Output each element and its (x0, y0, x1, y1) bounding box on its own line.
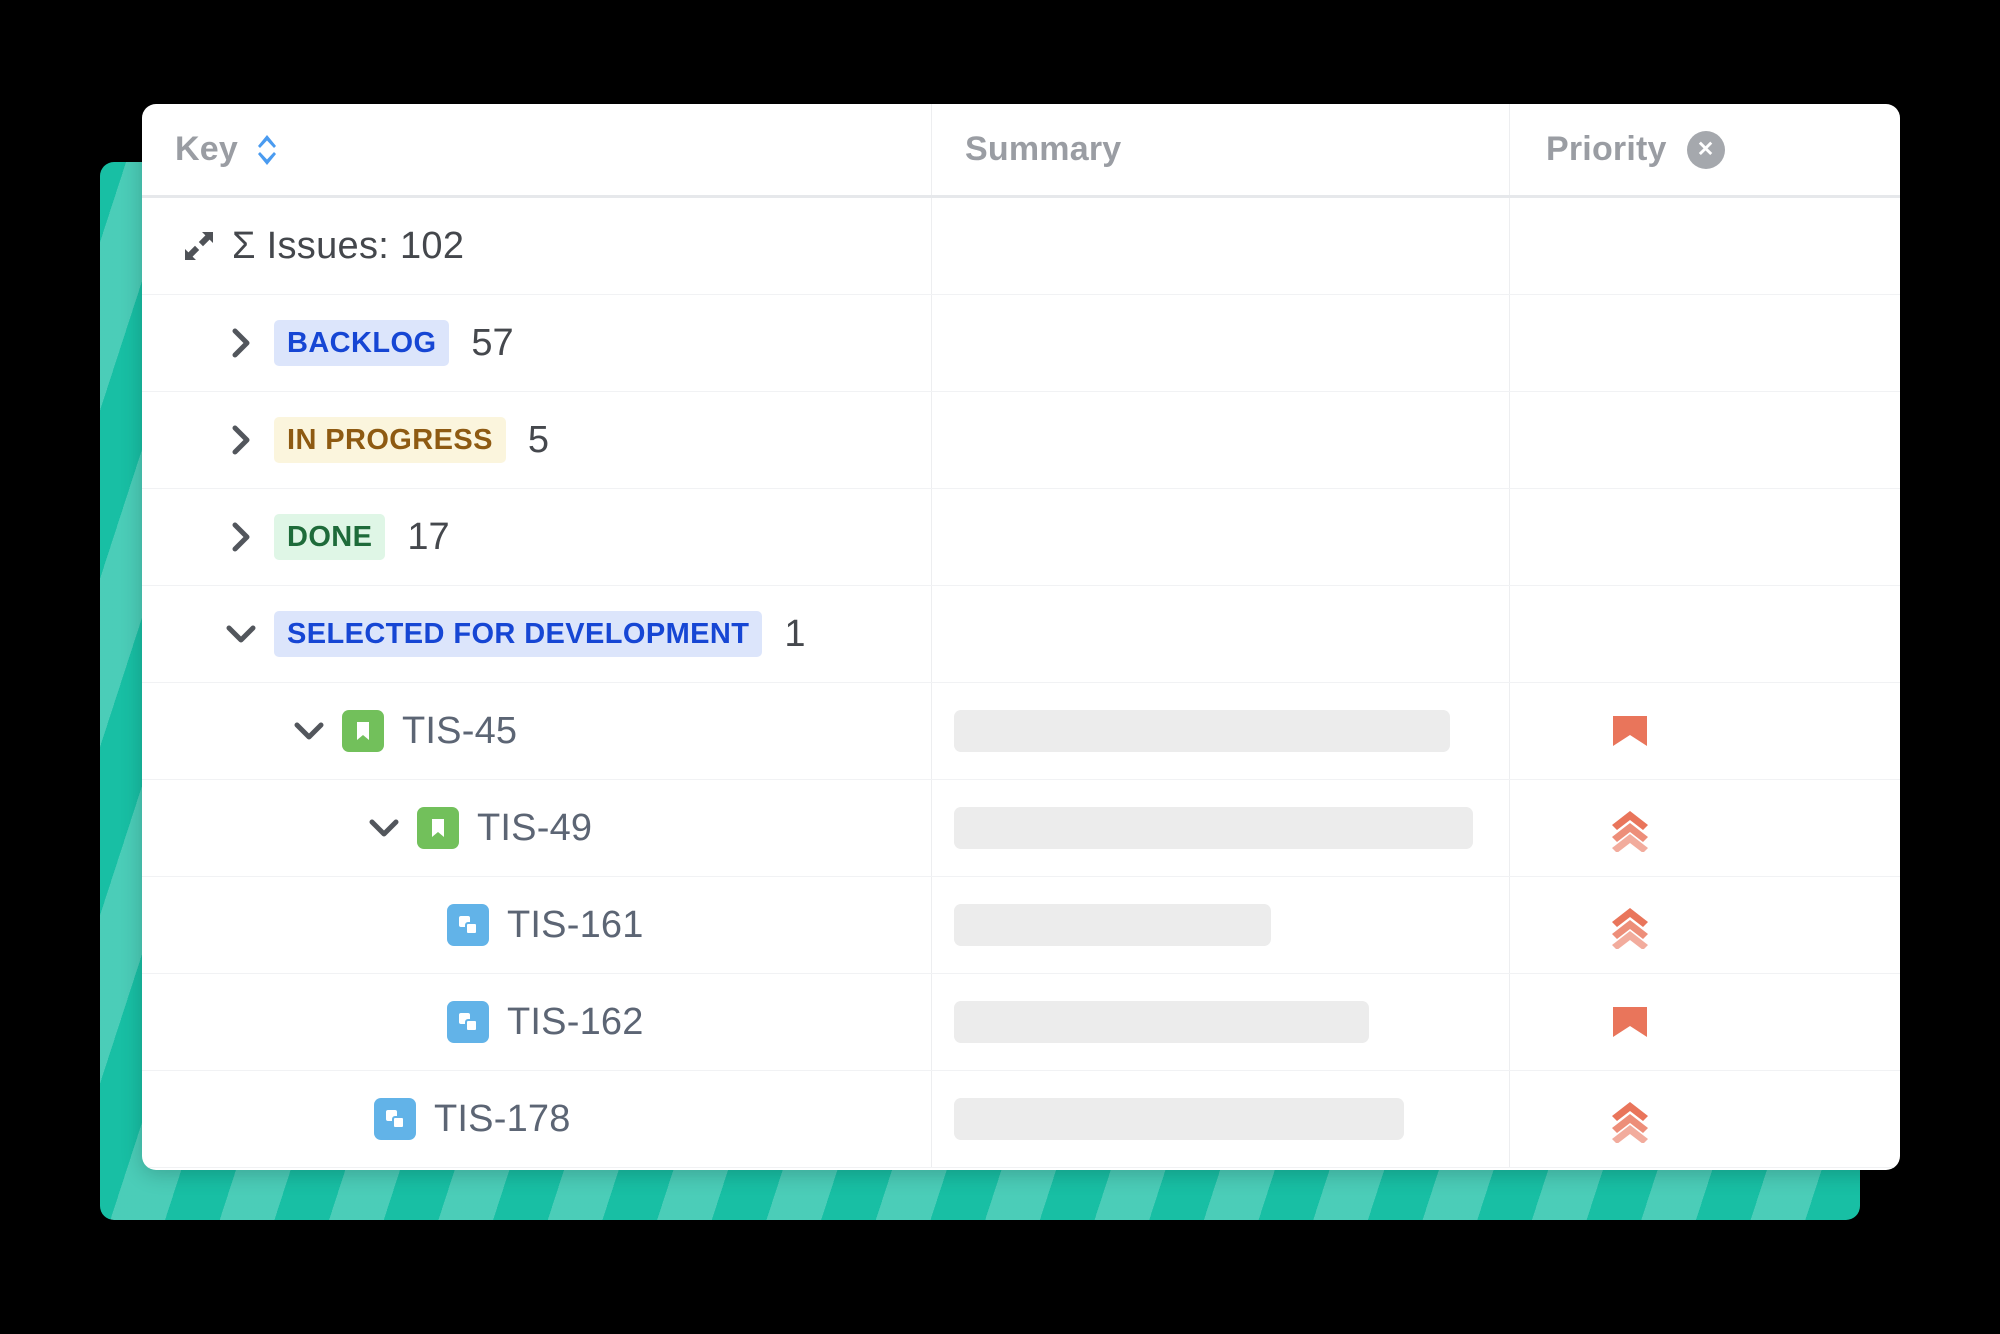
status-group-row-in-progress[interactable]: IN PROGRESS 5 (142, 392, 1900, 489)
priority-high-icon (1510, 1071, 1750, 1167)
summary-placeholder-bar (954, 904, 1272, 946)
header-cell-summary[interactable]: Summary (932, 104, 1510, 195)
story-bookmark-icon (417, 807, 459, 849)
status-badge: BACKLOG (274, 320, 450, 366)
table-row[interactable]: TIS-178 (142, 1071, 1900, 1168)
status-count: 57 (471, 321, 514, 364)
priority-highest-icon (1510, 683, 1750, 779)
table-row[interactable]: TIS-161 (142, 877, 1900, 974)
chevron-down-icon[interactable] (292, 720, 326, 742)
status-count: 5 (527, 418, 549, 461)
column-header-summary-label: Summary (965, 130, 1122, 168)
priority-high-icon (1510, 780, 1750, 876)
close-glyph: ✕ (1696, 138, 1715, 161)
summary-placeholder-bar (954, 1098, 1405, 1140)
header-cell-priority[interactable]: Priority ✕ (1510, 104, 1900, 195)
chevron-right-icon[interactable] (224, 425, 258, 455)
header-cell-key[interactable]: Key (142, 104, 932, 195)
total-summary-cell (932, 198, 1510, 294)
status-badge: DONE (274, 514, 386, 560)
group-priority-cell (1510, 392, 1900, 488)
summary-placeholder-bar (954, 807, 1474, 849)
priority-high-icon (1510, 877, 1750, 973)
table-row[interactable]: TIS-162 (142, 974, 1900, 1071)
priority-highest-icon (1510, 974, 1750, 1070)
status-count: 17 (407, 515, 450, 558)
column-header-key-label: Key (175, 130, 238, 168)
issue-key-link[interactable]: TIS-161 (507, 904, 644, 947)
issue-table-card: Key Summary Priority ✕ Σ Issues: 102 BAC… (142, 104, 1900, 1170)
group-summary-cell (932, 392, 1510, 488)
group-priority-cell (1510, 586, 1900, 682)
story-bookmark-icon (342, 710, 384, 752)
table-row[interactable]: TIS-45 (142, 683, 1900, 780)
chevron-down-icon[interactable] (224, 623, 258, 645)
issue-key-link[interactable]: TIS-162 (507, 1001, 644, 1044)
subtask-squares-icon (447, 1001, 489, 1043)
summary-placeholder-bar (954, 710, 1451, 752)
status-group-row-done[interactable]: DONE 17 (142, 489, 1900, 586)
issue-key-link[interactable]: TIS-49 (477, 807, 592, 850)
column-header-priority-label: Priority (1546, 130, 1667, 168)
total-priority-cell (1510, 198, 1900, 294)
group-priority-cell (1510, 295, 1900, 391)
status-group-row-backlog[interactable]: BACKLOG 57 (142, 295, 1900, 392)
chevron-right-icon[interactable] (224, 328, 258, 358)
table-header-row: Key Summary Priority ✕ (142, 104, 1900, 198)
sort-updown-icon[interactable] (254, 130, 280, 170)
group-summary-cell (932, 489, 1510, 585)
summary-placeholder-bar (954, 1001, 1370, 1043)
issues-total-row: Σ Issues: 102 (142, 198, 1900, 295)
subtask-squares-icon (374, 1098, 416, 1140)
issues-total-label: Σ Issues: 102 (232, 224, 465, 267)
issue-key-link[interactable]: TIS-45 (402, 710, 517, 753)
table-row[interactable]: TIS-49 (142, 780, 1900, 877)
group-summary-cell (932, 586, 1510, 682)
group-priority-cell (1510, 489, 1900, 585)
chevron-right-icon[interactable] (224, 522, 258, 552)
chevron-down-icon[interactable] (367, 817, 401, 839)
expand-diagonal-icon[interactable] (180, 227, 218, 265)
status-badge: IN PROGRESS (274, 417, 506, 463)
group-summary-cell (932, 295, 1510, 391)
close-circle-icon[interactable]: ✕ (1686, 130, 1725, 169)
issue-key-link[interactable]: TIS-178 (434, 1098, 571, 1141)
status-group-row-selected-for-development[interactable]: SELECTED FOR DEVELOPMENT 1 (142, 586, 1900, 683)
status-badge: SELECTED FOR DEVELOPMENT (274, 611, 763, 657)
subtask-squares-icon (447, 904, 489, 946)
status-count: 1 (784, 612, 806, 655)
